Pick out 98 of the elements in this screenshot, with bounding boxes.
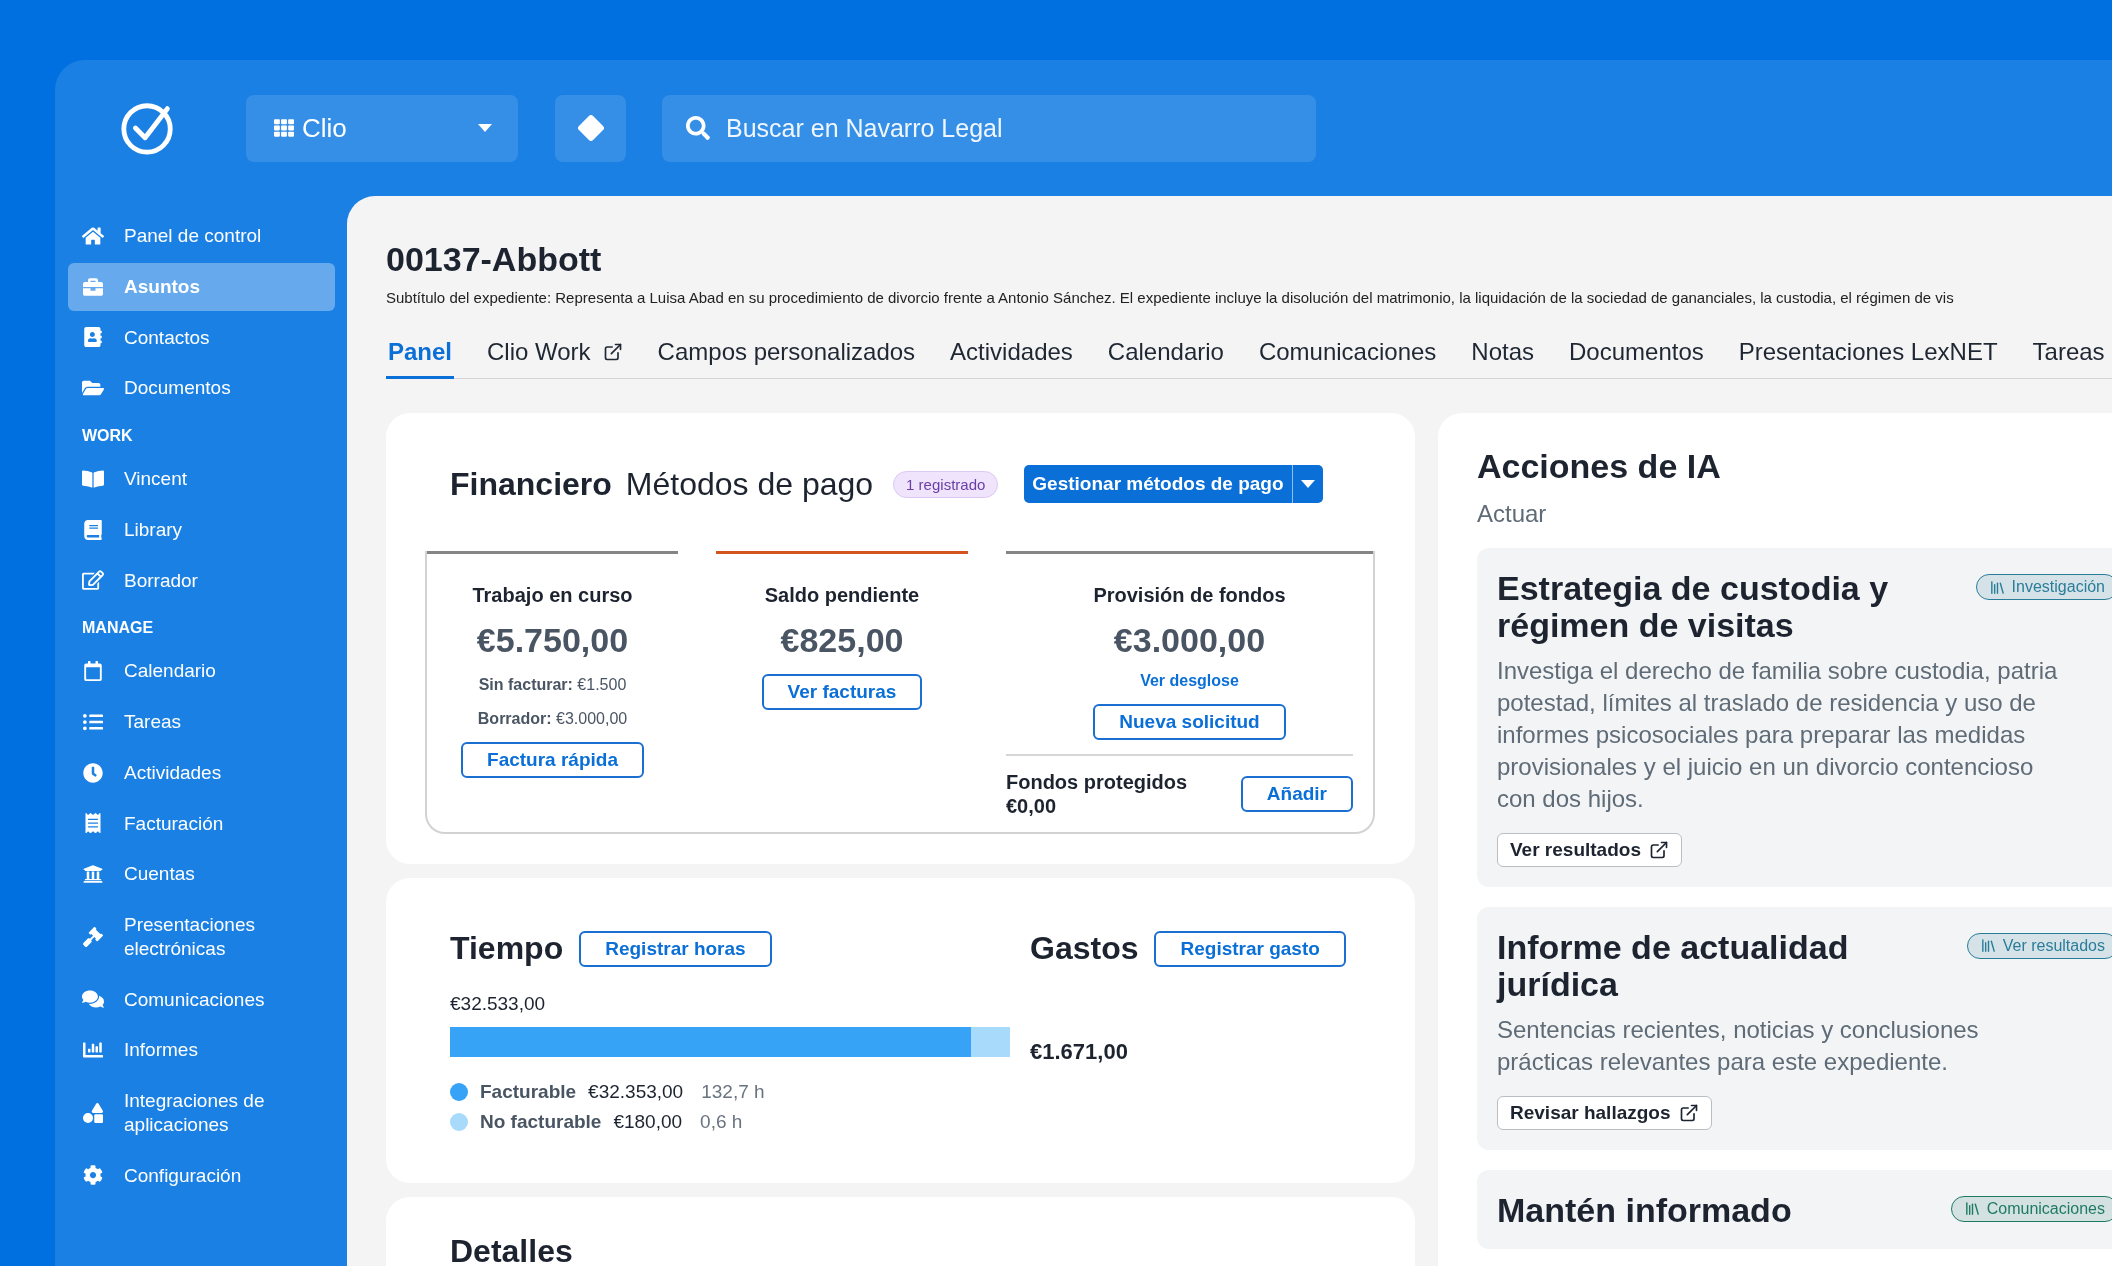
section-label: MANAGE xyxy=(81,618,155,639)
sidebar-item[interactable]: Comunicaciones xyxy=(68,975,335,1024)
legend-amount: €32.353,00 xyxy=(588,1081,684,1103)
clock-icon xyxy=(82,762,104,783)
sidebar-item[interactable]: Informes xyxy=(68,1026,335,1074)
sidebar-item[interactable]: Panel de control xyxy=(68,212,335,260)
summary-title: Trabajo en curso xyxy=(472,584,633,607)
sidebar-item[interactable]: Documentos xyxy=(68,364,335,412)
bar-chart-icon xyxy=(82,1040,104,1061)
category-badge: Investigación xyxy=(1975,574,2112,600)
panel-subtitle: Actuar xyxy=(1477,500,1548,528)
action-button[interactable]: Nueva solicitud xyxy=(1093,704,1286,740)
edit-icon xyxy=(82,570,104,591)
tab[interactable]: Tareas xyxy=(2030,330,2107,379)
tab[interactable]: Panel xyxy=(386,330,455,379)
gavel-icon xyxy=(82,926,104,947)
expense-total: €1.671,00 xyxy=(1030,1039,1129,1065)
legend-hours: 0,6 h xyxy=(700,1111,743,1133)
tab[interactable]: Calendario xyxy=(1105,330,1226,379)
book-icon xyxy=(82,468,104,489)
external-link-icon xyxy=(1678,1102,1699,1123)
summary-title: Saldo pendiente xyxy=(764,584,920,607)
tab[interactable]: Comunicaciones xyxy=(1256,330,1439,379)
action-description: Investiga el derecho de familia sobre custodia, patria potestad, límites al traslado de residencia y uso de informes psicosociales para preparar las medidas provisionales y el juicio en un divorcio contencioso con dos hijos. xyxy=(1497,655,2059,814)
search-icon xyxy=(686,116,710,140)
tab[interactable]: Clio Work xyxy=(485,330,625,379)
category-badge: Comunicaciones xyxy=(1950,1195,2112,1222)
sidebar-item[interactable]: Actividades xyxy=(68,748,335,797)
action-title: Informe de actualidad jurídica xyxy=(1497,928,1850,1004)
sidebar-item[interactable]: Presentaciones electrónicas xyxy=(68,901,335,973)
legend-label: Facturable xyxy=(480,1081,577,1103)
sidebar-item[interactable]: Borrador xyxy=(68,556,335,605)
section-label: WORK xyxy=(81,426,134,446)
card-title: Detalles xyxy=(450,1233,574,1266)
sidebar-item[interactable]: Integraciones de aplicaciones xyxy=(68,1077,335,1149)
count-badge: 1 registrado xyxy=(893,470,999,498)
log-expense-button[interactable]: Registrar gasto xyxy=(1154,930,1346,967)
matter-title: 00137-Abbott xyxy=(386,240,603,279)
summary-detail: Borrador: €3.000,00 xyxy=(477,710,628,728)
summary-detail: Sin facturar: €1.500 xyxy=(478,676,627,694)
settings-icon xyxy=(82,1165,104,1186)
bank-icon xyxy=(82,864,104,885)
panel-title: Acciones de IA xyxy=(1477,447,1722,486)
summary-amount: €825,00 xyxy=(780,621,904,660)
sidebar-item[interactable]: Calendario xyxy=(68,647,335,695)
sidebar-item[interactable]: Facturación xyxy=(68,799,335,848)
briefcase-icon xyxy=(82,276,104,297)
summary-amount: €3.000,00 xyxy=(1113,621,1266,660)
tab[interactable]: Actividades xyxy=(948,330,1075,379)
add-button[interactable]: Añadir xyxy=(1240,776,1353,812)
matter-subtitle: Subtítulo del expediente: Representa a Luisa Abad en su procedimiento de divorcio frente a Antonio Sánchez. El expediente incluye la disolución del matrimonio, la liquidación de la sociedad de gananciales, la custodia, el régimen de vis xyxy=(386,289,1955,306)
calendar-icon xyxy=(82,661,104,682)
tab[interactable]: Notas xyxy=(1469,330,1537,379)
log-hours-button[interactable]: Registrar horas xyxy=(579,930,772,967)
sidebar-item[interactable]: Tareas xyxy=(68,698,335,746)
action-button[interactable]: Factura rápida xyxy=(461,742,644,778)
caret-icon xyxy=(478,124,492,132)
sidebar-item[interactable]: Vincent xyxy=(68,455,335,503)
legend-hours: 132,7 h xyxy=(701,1081,765,1103)
home-icon xyxy=(82,225,104,246)
caret-icon xyxy=(1300,480,1315,488)
sidebar-item[interactable]: Configuración xyxy=(68,1151,335,1200)
shapes-icon xyxy=(82,1102,104,1123)
action-button[interactable]: Ver facturas xyxy=(761,674,923,710)
chat-icon xyxy=(82,989,104,1010)
search-input[interactable]: Buscar en Navarro Legal xyxy=(724,112,1292,144)
sidebar-item[interactable]: Cuentas xyxy=(68,850,335,898)
tab[interactable]: Documentos xyxy=(1567,330,1706,379)
list-icon xyxy=(82,711,104,732)
protected-funds: Fondos protegidos €0,00 xyxy=(1006,770,1188,818)
tab[interactable]: Campos personalizados xyxy=(655,330,918,379)
card-title: Gastos xyxy=(1030,930,1139,967)
diamond-button[interactable] xyxy=(555,94,626,162)
manage-payment-button[interactable]: Gestionar métodos de pago xyxy=(1024,465,1292,503)
grid-icon xyxy=(274,118,294,138)
app-switcher[interactable]: Clio xyxy=(246,94,518,162)
card-title: Tiempo xyxy=(450,930,564,967)
contact-card-icon xyxy=(82,327,104,348)
sidebar-item[interactable]: Library xyxy=(68,505,335,554)
action-title: Mantén informado xyxy=(1497,1191,1793,1229)
dropdown-caret-button[interactable] xyxy=(1291,465,1323,503)
summary-amount: €5.750,00 xyxy=(476,621,629,660)
action-title: Estrategia de custodia y régimen de visitas xyxy=(1497,570,1890,645)
card-title: Financiero xyxy=(450,465,612,503)
results-button[interactable]: Revisar hallazgos xyxy=(1497,1095,1712,1130)
action-description: Sentencias recientes, noticias y conclusiones prácticas relevantes para este expediente. xyxy=(1497,1014,1980,1077)
card-subtitle: Métodos de pago xyxy=(625,465,874,503)
summary-title: Provisión de fondos xyxy=(1093,584,1286,607)
legend-label: No facturable xyxy=(480,1111,602,1133)
legend-amount: €180,00 xyxy=(613,1111,683,1133)
category-badge: Ver resultados xyxy=(1966,932,2112,959)
search-bar[interactable]: Buscar en Navarro Legal xyxy=(662,94,1316,162)
results-button[interactable]: Ver resultados xyxy=(1497,832,1682,867)
breakdown-link[interactable]: Ver desglose xyxy=(1140,672,1239,690)
external-link-icon xyxy=(1648,839,1669,860)
tab[interactable]: Presentaciones LexNET xyxy=(1736,330,2000,379)
sidebar-item[interactable]: Contactos xyxy=(68,313,335,362)
time-total: €32.533,00 xyxy=(450,993,547,1015)
